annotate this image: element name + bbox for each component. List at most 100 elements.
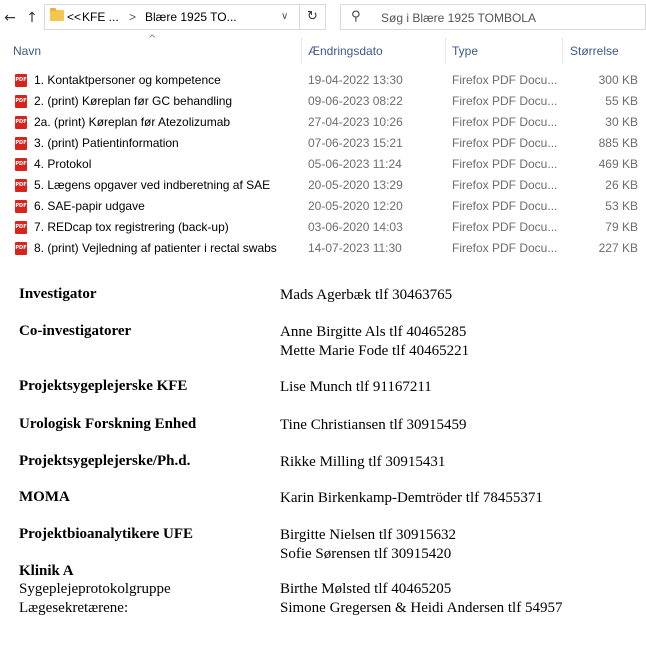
klinik-title: Klinik A — [19, 563, 74, 579]
contact-details: Rikke Milling tlf 30915431 — [280, 453, 445, 472]
column-divider[interactable] — [562, 38, 563, 64]
klinik-value: Birthe Mølsted tlf 40465205 — [280, 581, 452, 597]
file-date: 05-06-2023 11:24 — [308, 157, 402, 171]
pdf-file-icon: PDF — [15, 158, 27, 171]
file-row[interactable]: PDF 7. REDcap tox registrering (back-up) 0… — [0, 217, 646, 238]
file-date: 07-06-2023 15:21 — [308, 136, 403, 150]
contact-line: Anne Birgitte Als tlf 40465285 — [280, 324, 467, 340]
breadcrumb[interactable]: << KFE ... > Blære 1925 TO... ∨ — [44, 4, 300, 30]
contact-details: Anne Birgitte Als tlf 40465285 Mette Mari… — [280, 323, 469, 361]
contact-details: Birgitte Nielsen tlf 30915632 Sofie Søren… — [280, 526, 456, 564]
address-dropdown-icon[interactable]: ∨ — [281, 11, 288, 22]
file-row[interactable]: PDF 4. Protokol 05-06-2023 11:24 Firefox PD… — [0, 154, 646, 175]
file-date: 20-05-2020 13:29 — [308, 178, 403, 192]
file-date: 14-07-2023 11:30 — [308, 241, 402, 255]
file-name: 1. Kontaktpersoner og kompetence — [34, 73, 221, 87]
contact-details: Karin Birkenkamp-Demtröder tlf 78455371 — [280, 489, 543, 508]
file-type: Firefox PDF Docu... — [452, 115, 558, 129]
contact-line: Sofie Sørensen tlf 30915420 — [280, 546, 452, 562]
contact-line: Karin Birkenkamp-Demtröder tlf 78455371 — [280, 490, 543, 506]
column-header-size[interactable]: Størrelse — [570, 36, 619, 66]
pdf-file-icon: PDF — [15, 242, 27, 255]
contact-role: Projektbioanalytikere UFE — [19, 526, 194, 542]
contact-line: Mette Marie Fode tlf 40465221 — [280, 343, 470, 359]
pdf-file-icon: PDF — [15, 116, 27, 129]
file-row[interactable]: PDF 6. SAE-papir udgave 20-05-2020 12:20 Fi… — [0, 196, 646, 217]
file-row[interactable]: PDF 3. (print) Patientinformation 07-06-20… — [0, 133, 646, 154]
file-row[interactable]: PDF 8. (print) Vejledning af patienter i … — [0, 238, 646, 259]
file-name: 2a. (print) Køreplan før Atezolizumab — [34, 115, 231, 129]
file-name: 6. SAE-papir udgave — [34, 199, 145, 213]
file-size: 26 KB — [605, 178, 638, 192]
column-divider[interactable] — [445, 38, 446, 64]
pdf-file-icon: PDF — [15, 179, 27, 192]
column-header-date[interactable]: Ændringsdato — [308, 36, 383, 66]
file-date: 19-04-2022 13:30 — [308, 73, 403, 87]
contact-line: Mads Agerbæk tlf 30463765 — [280, 287, 453, 303]
file-type: Firefox PDF Docu... — [452, 199, 558, 213]
file-name: 4. Protokol — [34, 157, 92, 171]
file-size: 30 KB — [605, 115, 638, 129]
pdf-file-icon: PDF — [15, 137, 27, 150]
file-name: 5. Lægens opgaver ved indberetning af SA… — [34, 178, 271, 192]
contact-details: Lise Munch tlf 91167211 — [280, 378, 432, 397]
file-name: 3. (print) Patientinformation — [34, 136, 179, 150]
address-toolbar: ← → ↑ << KFE ... > Blære 1925 TO... ∨ ↻ … — [0, 0, 646, 36]
column-header-type[interactable]: Type — [452, 36, 478, 66]
contact-line: Lise Munch tlf 91167211 — [280, 379, 432, 395]
file-size: 53 KB — [605, 199, 638, 213]
sort-ascending-icon: ^ — [148, 34, 157, 45]
file-type: Firefox PDF Docu... — [452, 73, 558, 87]
file-size: 55 KB — [605, 94, 638, 108]
breadcrumb-segment-current[interactable]: Blære 1925 TO... — [145, 10, 237, 24]
pdf-file-icon: PDF — [15, 74, 27, 87]
search-icon: ⚲ — [351, 9, 361, 24]
contact-role: Co-investigatorer — [19, 323, 132, 339]
file-type: Firefox PDF Docu... — [452, 241, 558, 255]
pdf-file-icon: PDF — [15, 200, 27, 213]
file-name: 7. REDcap tox registrering (back-up) — [34, 220, 229, 234]
contact-role: MOMA — [19, 489, 70, 505]
file-row[interactable]: PDF 1. Kontaktpersoner og kompetence 19-04… — [0, 70, 646, 91]
contact-role: Investigator — [19, 286, 97, 302]
klinik-label: Lægesekretærene: — [19, 600, 129, 616]
file-type: Firefox PDF Docu... — [452, 220, 558, 234]
file-type: Firefox PDF Docu... — [452, 157, 558, 171]
breadcrumb-separator-icon: > — [129, 10, 137, 24]
file-row[interactable]: PDF 5. Lægens opgaver ved indberetning af… — [0, 175, 646, 196]
contact-role: Projektsygeplejerske/Ph.d. — [19, 453, 191, 469]
column-header-name[interactable]: Navn — [13, 36, 41, 66]
file-name: 2. (print) Køreplan før GC behandling — [34, 94, 233, 108]
contact-line: Tine Christiansen tlf 30915459 — [280, 417, 467, 433]
file-type: Firefox PDF Docu... — [452, 136, 558, 150]
file-type: Firefox PDF Docu... — [452, 178, 558, 192]
contact-line: Rikke Milling tlf 30915431 — [280, 454, 446, 470]
folder-icon — [50, 8, 64, 21]
breadcrumb-segment-kfe[interactable]: KFE ... — [82, 10, 119, 24]
back-arrow-icon[interactable]: ← — [2, 8, 18, 28]
contact-details: Mads Agerbæk tlf 30463765 — [280, 286, 452, 305]
klinik-value: Simone Gregersen & Heidi Andersen tlf 54… — [280, 600, 563, 616]
contact-role: Projektsygeplejerske KFE — [19, 378, 188, 394]
file-row[interactable]: PDF 2. (print) Køreplan før GC behandling… — [0, 91, 646, 112]
file-type: Firefox PDF Docu... — [452, 94, 558, 108]
file-name: 8. (print) Vejledning af patienter i rec… — [34, 241, 277, 255]
refresh-icon[interactable]: ↻ — [300, 4, 326, 30]
up-arrow-icon[interactable]: ↑ — [24, 8, 40, 28]
file-size: 885 KB — [598, 136, 638, 150]
pdf-file-icon: PDF — [15, 221, 27, 234]
file-date: 03-06-2020 14:03 — [308, 220, 403, 234]
file-date: 27-04-2023 10:26 — [308, 115, 403, 129]
contact-role: Urologisk Forskning Enhed — [19, 416, 197, 432]
file-size: 300 KB — [598, 73, 638, 87]
column-divider[interactable] — [301, 38, 302, 64]
search-input[interactable]: ⚲ Søg i Blære 1925 TOMBOLA — [340, 4, 646, 30]
pdf-file-icon: PDF — [15, 95, 27, 108]
file-date: 09-06-2023 08:22 — [308, 94, 403, 108]
contact-details: Tine Christiansen tlf 30915459 — [280, 416, 467, 435]
breadcrumb-overflow-chevrons[interactable]: << — [67, 10, 81, 24]
file-size: 469 KB — [598, 157, 638, 171]
file-size: 79 KB — [605, 220, 638, 234]
file-row[interactable]: PDF 2a. (print) Køreplan før Atezolizumab… — [0, 112, 646, 133]
contact-line: Birgitte Nielsen tlf 30915632 — [280, 527, 456, 543]
